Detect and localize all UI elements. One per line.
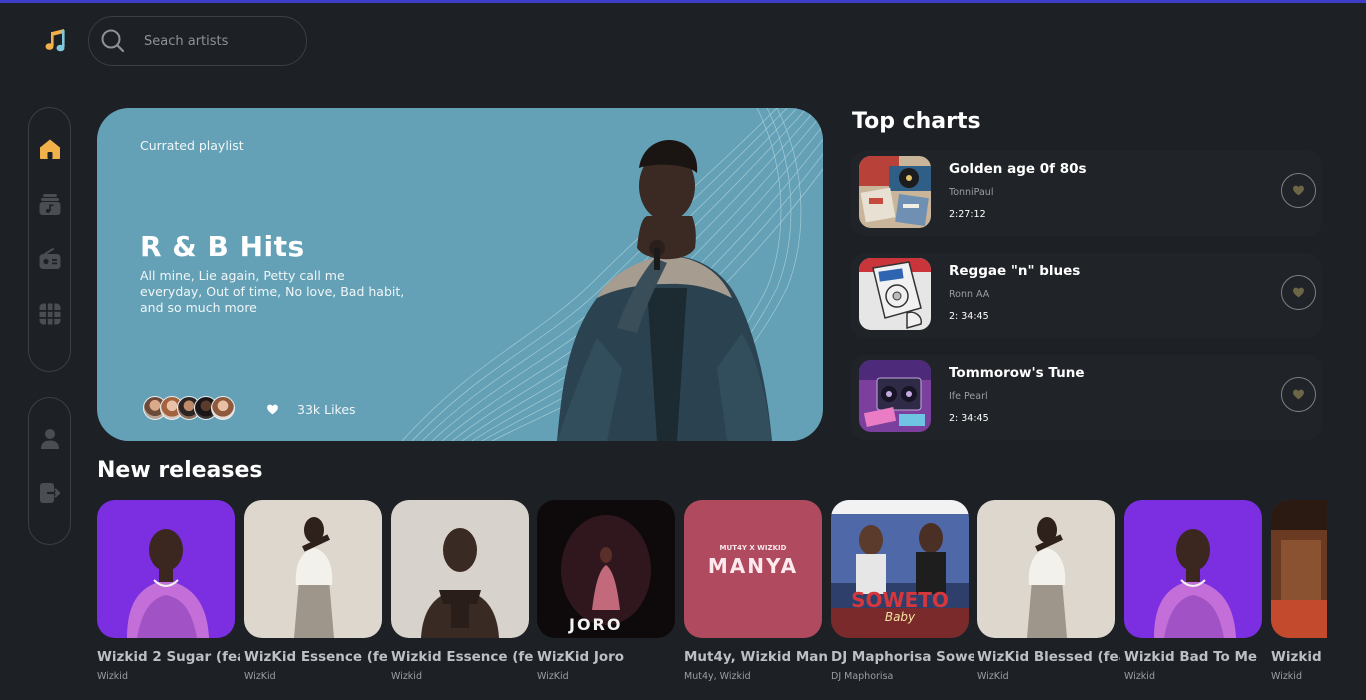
release-item[interactable]: Wizkid Bad To Me Wizkid bbox=[1124, 500, 1262, 682]
likes-counter[interactable]: 33k Likes bbox=[266, 402, 356, 417]
videos-icon bbox=[39, 303, 60, 325]
chart-title: Tommorow's Tune bbox=[949, 365, 1085, 381]
release-title: WizKid Blessed (feat bbox=[977, 649, 1120, 665]
singer-image bbox=[557, 140, 772, 441]
release-item[interactable]: WizKid Blessed (feat WizKid bbox=[977, 500, 1120, 682]
chart-item[interactable]: Tommorow's Tune Ife Pearl 2: 34:45 bbox=[851, 355, 1322, 440]
chart-artist: Ife Pearl bbox=[949, 391, 988, 402]
like-button[interactable] bbox=[1281, 173, 1316, 208]
window-top-border bbox=[0, 0, 1366, 3]
release-artist: WizKid bbox=[977, 671, 1009, 682]
release-title: Wizkid Essence (feat bbox=[391, 649, 534, 665]
release-item[interactable]: JORO WizKid Joro WizKid bbox=[537, 500, 675, 682]
release-title: Wizkid C bbox=[1271, 649, 1327, 665]
top-charts-title: Top charts bbox=[852, 109, 981, 134]
nav-home[interactable] bbox=[37, 136, 63, 162]
likes-count: 33k Likes bbox=[297, 402, 356, 417]
featured-playlist-card[interactable]: Currated playlist R & B Hits All mine, L… bbox=[97, 108, 823, 441]
search-input[interactable] bbox=[144, 33, 294, 49]
heart-icon bbox=[267, 404, 278, 415]
chart-artist: Ronn AA bbox=[949, 289, 990, 300]
cover-text: MANYA bbox=[707, 554, 799, 578]
chart-cover bbox=[859, 258, 931, 330]
cover-text: Baby bbox=[884, 610, 916, 624]
avatar bbox=[211, 396, 235, 420]
chart-title: Golden age 0f 80s bbox=[949, 161, 1087, 177]
release-cover: SOWETO Baby bbox=[831, 500, 969, 638]
chart-title: Reggae "n" blues bbox=[949, 263, 1081, 279]
release-cover: JORO bbox=[537, 500, 675, 638]
release-title: Wizkid Bad To Me bbox=[1124, 649, 1258, 665]
nav-radio[interactable] bbox=[37, 246, 63, 272]
chart-item[interactable]: Golden age 0f 80s TonniPaul 2:27:12 bbox=[851, 151, 1322, 236]
chart-duration: 2: 34:45 bbox=[949, 311, 989, 322]
release-cover bbox=[391, 500, 529, 638]
release-item[interactable]: SOWETO Baby DJ Maphorisa Sowet DJ Maphor… bbox=[831, 500, 974, 682]
account-nav bbox=[28, 397, 71, 545]
cover-text: SOWETO bbox=[851, 588, 949, 612]
heart-icon bbox=[1293, 287, 1304, 298]
chart-artist: TonniPaul bbox=[949, 187, 994, 198]
cover-text: JORO bbox=[569, 615, 623, 634]
chart-item[interactable]: Reggae "n" blues Ronn AA 2: 34:45 bbox=[851, 253, 1322, 338]
release-artist: Mut4y, Wizkid bbox=[684, 671, 751, 682]
nav-playlist[interactable] bbox=[37, 191, 63, 217]
like-button[interactable] bbox=[1281, 377, 1316, 412]
main-nav bbox=[28, 107, 71, 372]
release-title: WizKid Essence (fea bbox=[244, 649, 387, 665]
playlist-label: Currated playlist bbox=[140, 138, 244, 153]
music-note-icon[interactable] bbox=[42, 26, 72, 56]
search-bar[interactable] bbox=[88, 16, 307, 66]
nav-videos[interactable] bbox=[37, 301, 63, 327]
release-artist: Wizkid bbox=[391, 671, 422, 682]
release-item[interactable]: WizKid Essence (fea WizKid bbox=[244, 500, 387, 682]
release-cover bbox=[1271, 500, 1327, 638]
release-title: WizKid Joro bbox=[537, 649, 625, 665]
radio-icon bbox=[39, 248, 60, 269]
new-releases-title: New releases bbox=[97, 458, 263, 483]
release-cover bbox=[1124, 500, 1262, 638]
release-cover: MUT4Y X WIZKID MANYA bbox=[684, 500, 822, 638]
playlist-icon bbox=[39, 194, 60, 215]
release-artist: Wizkid bbox=[97, 671, 128, 682]
chart-cover bbox=[859, 156, 931, 228]
release-cover bbox=[244, 500, 382, 638]
release-artist: Wizkid bbox=[1271, 671, 1302, 682]
logout-icon bbox=[39, 483, 61, 503]
playlist-title: R & B Hits bbox=[140, 230, 305, 263]
listener-avatars bbox=[143, 396, 235, 420]
release-artist: WizKid bbox=[537, 671, 569, 682]
release-artist: Wizkid bbox=[1124, 671, 1155, 682]
chart-duration: 2:27:12 bbox=[949, 209, 986, 220]
release-item[interactable]: Wizkid Essence (feat Wizkid bbox=[391, 500, 534, 682]
chart-duration: 2: 34:45 bbox=[949, 413, 989, 424]
like-button[interactable] bbox=[1281, 275, 1316, 310]
playlist-description: All mine, Lie again, Petty call me every… bbox=[140, 268, 405, 315]
nav-logout[interactable] bbox=[37, 480, 63, 506]
release-title: DJ Maphorisa Sowet bbox=[831, 649, 974, 665]
profile-icon bbox=[40, 429, 59, 449]
release-item[interactable]: MUT4Y X WIZKID MANYA Mut4y, Wizkid Many … bbox=[684, 500, 827, 682]
search-icon bbox=[101, 29, 125, 53]
release-item[interactable]: Wizkid 2 Sugar (feat Wizkid bbox=[97, 500, 240, 682]
release-cover bbox=[97, 500, 235, 638]
release-artist: DJ Maphorisa bbox=[831, 671, 894, 682]
heart-icon bbox=[1293, 185, 1304, 196]
home-icon bbox=[39, 139, 60, 159]
release-item[interactable]: Wizkid C Wizkid bbox=[1271, 500, 1327, 682]
new-releases-list: Wizkid 2 Sugar (feat Wizkid WizKid Essen… bbox=[97, 500, 1327, 700]
release-cover bbox=[977, 500, 1115, 638]
heart-icon bbox=[1293, 389, 1304, 400]
release-artist: WizKid bbox=[244, 671, 276, 682]
nav-profile[interactable] bbox=[37, 426, 63, 452]
cover-text: MUT4Y X WIZKID bbox=[719, 544, 787, 552]
release-title: Mut4y, Wizkid Many bbox=[684, 649, 827, 665]
chart-cover bbox=[859, 360, 931, 432]
release-title: Wizkid 2 Sugar (feat bbox=[97, 649, 240, 665]
